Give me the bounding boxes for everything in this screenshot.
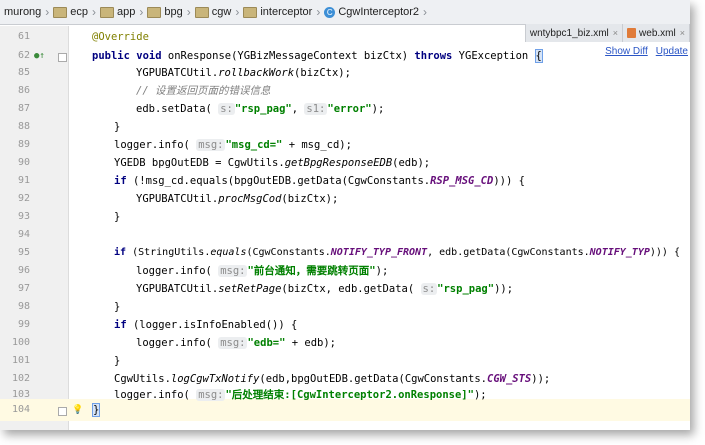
breadcrumb-label: murong: [4, 6, 42, 18]
code-token: (logger.isInfoEnabled()) {: [126, 319, 298, 331]
param-hint: msg:: [196, 139, 226, 151]
code-token: (StringUtils.: [126, 247, 211, 258]
breadcrumb-label: ecp: [70, 6, 89, 18]
tab-wntybpc1-biz-xml[interactable]: wntybpc1_biz.xml ×: [526, 24, 624, 42]
string-literal: "rsp_pag": [234, 103, 292, 115]
constant: RSP_MSG_CD: [430, 175, 494, 187]
ide-window: murong › ecp › app › bpg › cgw › interceptor ›…: [0, 0, 690, 430]
keyword: if: [114, 247, 127, 258]
fold-marker-icon[interactable]: [58, 53, 67, 62]
code-token: , edb.getData(CgwConstants.: [427, 247, 590, 258]
param-hint: msg:: [218, 265, 248, 277]
breadcrumb-item-ecp[interactable]: ecp ›: [49, 5, 96, 19]
keyword: if: [114, 175, 127, 187]
show-diff-link[interactable]: Show Diff: [605, 46, 648, 57]
code-token: (bizCtx);: [281, 193, 339, 205]
code-token: + edb);: [285, 337, 336, 349]
code-token: YGException: [452, 50, 535, 62]
code-token: YGEDB bpgOutEDB = CgwUtils.: [114, 157, 285, 169]
code-token: (bizCtx);: [294, 67, 351, 79]
annotation: @Override: [92, 31, 149, 43]
class-icon: C: [324, 6, 336, 18]
bulb-icon[interactable]: 💡: [72, 399, 83, 421]
code-token: logger.info(: [114, 139, 190, 151]
code-token: YGPUBATCUtil.: [136, 193, 219, 205]
xml-file-icon: [627, 28, 637, 38]
code-token: logger.info(: [136, 337, 212, 349]
chevron-right-icon: ›: [423, 5, 428, 19]
code-token: YGPUBATCUtil.: [136, 67, 219, 79]
comment: // 设置返回页面的错误信息: [136, 85, 271, 97]
param-hint: s:: [420, 283, 438, 295]
constant: NOTIFY_TYP: [589, 247, 650, 258]
close-icon[interactable]: ×: [613, 28, 618, 38]
tab-label: wntybpc1_biz.xml: [529, 27, 609, 39]
keyword: if: [114, 319, 127, 331]
code-token: onResponse(YGBizMessageContext bizCtx): [161, 50, 415, 62]
folder-icon: [100, 6, 115, 18]
code-token: + msg_cd);: [282, 139, 352, 151]
static-method: equals: [210, 247, 247, 258]
static-method: getBpgResponseEDB: [284, 157, 393, 169]
close-icon[interactable]: ×: [680, 28, 685, 38]
breadcrumb-item-app[interactable]: app ›: [96, 5, 143, 19]
fold-marker-icon[interactable]: [58, 407, 67, 416]
code-token: (!msg_cd.equals(bpgOutEDB.getData(CgwCon…: [126, 175, 431, 187]
code-token: YGPUBATCUtil.: [136, 283, 219, 295]
string-literal: "前台通知，需要跳转页面": [247, 265, 376, 277]
breadcrumb: murong › ecp › app › bpg › cgw › interceptor ›…: [0, 0, 690, 25]
breadcrumb-label: CgwInterceptor2: [338, 6, 420, 18]
param-hint: s1:: [304, 103, 328, 115]
line-number: 104: [11, 404, 30, 415]
keyword: public void: [92, 50, 162, 62]
string-literal: "msg_cd=": [225, 139, 283, 151]
code-token: );: [371, 103, 385, 115]
folder-icon: [147, 6, 162, 18]
code-token: edb.setData(: [136, 103, 212, 115]
keyword: throws: [414, 50, 453, 62]
string-literal: "rsp_pag": [437, 283, 495, 295]
breadcrumb-label: cgw: [211, 6, 232, 18]
breadcrumb-item-class[interactable]: C CgwInterceptor2 ›: [320, 5, 427, 19]
static-method: setRetPage: [218, 283, 282, 295]
string-literal: "edb=": [247, 337, 286, 349]
code-token: (bizCtx, edb.getData(: [281, 283, 415, 295]
code-token: (CgwConstants.: [246, 247, 331, 258]
breadcrumb-item-cgw[interactable]: cgw ›: [191, 5, 239, 19]
breadcrumb-item-murong[interactable]: murong ›: [0, 5, 49, 19]
code-token: );: [375, 265, 389, 277]
breadcrumb-label: interceptor: [260, 6, 313, 18]
code-token: ,: [291, 103, 305, 115]
static-method: procMsgCod: [218, 193, 282, 205]
code-token: (edb);: [392, 157, 431, 169]
brace-match: }: [92, 403, 101, 417]
breadcrumb-item-interceptor[interactable]: interceptor ›: [239, 5, 320, 19]
param-hint: msg:: [218, 337, 248, 349]
breadcrumb-label: app: [117, 6, 136, 18]
code-token: ))) {: [649, 247, 680, 258]
static-method: rollbackWork: [218, 67, 295, 79]
editor-tabs: wntybpc1_biz.xml × web.xml ×: [524, 24, 690, 42]
update-link[interactable]: Update: [656, 46, 688, 57]
vcs-notification-bar: Show Diff Update: [589, 42, 690, 60]
string-literal: "error": [327, 103, 372, 115]
brace-match: {: [534, 49, 543, 63]
constant: NOTIFY_TYP_FRONT: [330, 247, 428, 258]
code-text: }: [92, 399, 101, 421]
folder-icon: [194, 6, 209, 18]
folder-icon: [53, 6, 68, 18]
folder-icon: [243, 6, 258, 18]
code-token: ));: [494, 283, 514, 295]
param-hint: s:: [218, 103, 235, 115]
tab-web-xml[interactable]: web.xml ×: [623, 24, 690, 42]
tab-label: web.xml: [639, 27, 676, 39]
breadcrumb-item-bpg[interactable]: bpg ›: [143, 5, 191, 19]
code-line: 104 💡 }: [0, 399, 690, 421]
code-token: logger.info(: [136, 265, 212, 277]
breadcrumb-label: bpg: [164, 6, 183, 18]
code-token: ))) {: [493, 175, 525, 187]
